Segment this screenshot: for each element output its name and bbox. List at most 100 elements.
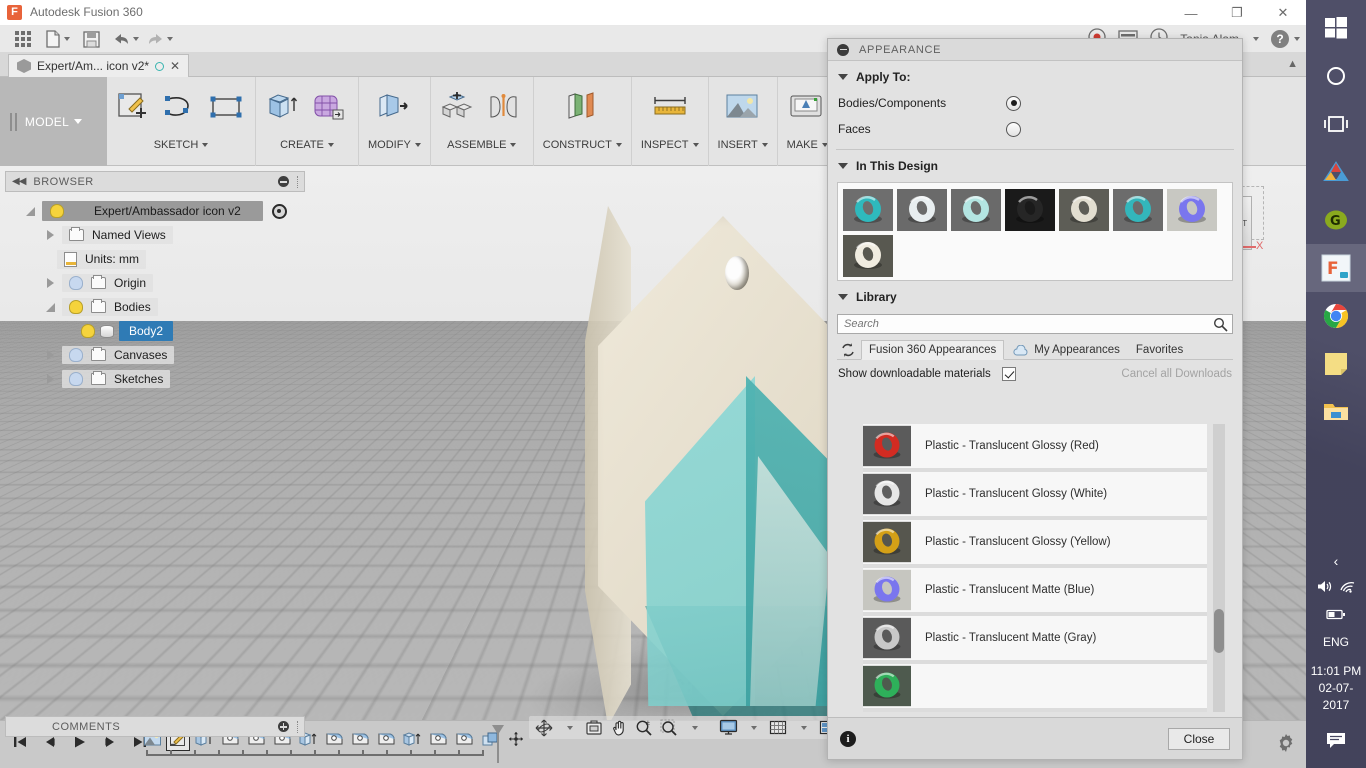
appearance-swatch[interactable] (1167, 189, 1217, 231)
collapse-ribbon-icon[interactable]: ▲ (1287, 58, 1298, 70)
clock-time[interactable]: 11:01 PM (1306, 663, 1366, 680)
expand-arrow-icon[interactable] (46, 303, 55, 312)
tab-my-appearances[interactable]: My Appearances (1006, 341, 1127, 359)
vertical-scrollbar[interactable] (1213, 424, 1225, 712)
chevron-left-icon[interactable]: ‹ (1334, 553, 1339, 569)
add-comment-icon[interactable] (278, 721, 289, 732)
visibility-bulb-icon[interactable] (69, 348, 83, 362)
appearance-swatch[interactable] (1005, 189, 1055, 231)
tree-item-named-views[interactable]: Named Views (5, 223, 305, 247)
appearance-swatch[interactable] (843, 235, 893, 277)
maximize-button[interactable]: ❐ (1214, 0, 1260, 26)
timeline-feature-fillet-icon[interactable] (348, 727, 372, 751)
gear-icon[interactable] (1276, 733, 1296, 758)
clock-date[interactable]: 02-07-2017 (1306, 680, 1366, 714)
timeline-marker[interactable] (490, 723, 506, 765)
grid-snaps-icon[interactable] (766, 717, 790, 738)
grid-dropdown-icon[interactable] (791, 717, 815, 738)
rectangle-icon[interactable] (208, 91, 246, 131)
orbit-icon[interactable] (532, 717, 556, 738)
appearance-dialog-header[interactable]: APPEARANCE (828, 39, 1242, 61)
fusion360-app[interactable]: F (1306, 244, 1366, 292)
autodesk-app[interactable] (1306, 148, 1366, 196)
volume-icon[interactable] (1316, 579, 1333, 599)
appearance-swatch[interactable] (843, 189, 893, 231)
tree-item-origin[interactable]: Origin (5, 271, 305, 295)
appearance-swatch[interactable] (897, 189, 947, 231)
minimize-button[interactable]: — (1168, 0, 1214, 26)
radio-bodies-components[interactable] (1006, 96, 1021, 111)
activate-component-icon[interactable] (272, 204, 287, 219)
orbit-dropdown-icon[interactable] (557, 717, 581, 738)
create-sketch-icon[interactable] (116, 91, 154, 131)
timeline-feature-extrude-icon[interactable] (400, 727, 424, 751)
timeline-feature-fillet-icon[interactable] (374, 727, 398, 751)
apply-to-section-header[interactable]: Apply To: (828, 61, 1242, 90)
extrude-icon[interactable] (265, 91, 303, 131)
form-icon[interactable] (311, 91, 349, 131)
expand-arrow-icon[interactable] (47, 278, 54, 288)
search-input[interactable] (837, 314, 1233, 334)
assemble-dropdown-icon[interactable] (510, 143, 516, 147)
material-list-item[interactable]: Plastic - Translucent Glossy (White) (863, 472, 1207, 520)
apply-to-option-bodies[interactable]: Bodies/Components (828, 90, 1242, 116)
joint-icon[interactable] (486, 91, 524, 131)
workspace-selector[interactable]: MODEL (0, 77, 107, 166)
library-section-header[interactable]: Library (828, 281, 1242, 310)
offset-plane-icon[interactable] (563, 91, 601, 131)
undo-icon[interactable] (110, 27, 140, 51)
expand-arrow-icon[interactable] (26, 207, 35, 216)
press-pull-icon[interactable] (375, 91, 413, 131)
create-dropdown-icon[interactable] (328, 143, 334, 147)
redo-icon[interactable] (144, 27, 174, 51)
notification-icon[interactable] (1326, 732, 1346, 754)
tab-favorites[interactable]: Favorites (1129, 341, 1190, 359)
look-at-icon[interactable] (582, 717, 606, 738)
task-view[interactable] (1306, 100, 1366, 148)
appearance-swatch[interactable] (1113, 189, 1163, 231)
inspect-dropdown-icon[interactable] (693, 143, 699, 147)
tree-item-bodies[interactable]: Bodies (5, 295, 305, 319)
timeline-feature-move-icon[interactable] (504, 727, 528, 751)
tab-close-icon[interactable]: ✕ (170, 59, 180, 73)
chrome-app[interactable] (1306, 292, 1366, 340)
spline-icon[interactable] (162, 91, 200, 131)
construct-dropdown-icon[interactable] (616, 143, 622, 147)
sticky-notes-app[interactable] (1306, 340, 1366, 388)
visibility-bulb-icon[interactable] (69, 372, 83, 386)
expand-arrow-icon[interactable] (47, 350, 54, 360)
visibility-bulb-icon[interactable] (50, 204, 64, 218)
material-list-item[interactable]: Plastic - Translucent Matte (Blue) (863, 568, 1207, 616)
expand-arrow-icon[interactable] (47, 230, 54, 240)
appearance-swatch[interactable] (951, 189, 1001, 231)
modify-dropdown-icon[interactable] (415, 143, 421, 147)
close-button[interactable]: Close (1168, 728, 1230, 750)
refresh-icon[interactable] (837, 340, 859, 359)
start-button[interactable] (1306, 4, 1366, 52)
tree-item-units[interactable]: Units: mm (5, 247, 305, 271)
material-list-item[interactable]: Plastic - Translucent Glossy (Red) (863, 424, 1207, 472)
tab-fusion-360-appearances[interactable]: Fusion 360 Appearances (861, 340, 1004, 360)
app-grid-icon[interactable] (8, 27, 38, 51)
new-component-icon[interactable] (440, 91, 478, 131)
panel-grip[interactable] (297, 721, 298, 733)
grabcad-app[interactable]: G (1306, 196, 1366, 244)
apply-to-option-faces[interactable]: Faces (828, 116, 1242, 142)
timeline-feature-fillet-icon[interactable] (426, 727, 450, 751)
tree-item-body2[interactable]: Body2 (5, 319, 305, 343)
insert-mcmaster-icon[interactable] (724, 91, 762, 131)
visibility-bulb-icon[interactable] (81, 324, 95, 338)
tree-item-canvases[interactable]: Canvases (5, 343, 305, 367)
wifi-icon[interactable] (1339, 579, 1356, 599)
material-list-item[interactable] (863, 664, 1207, 712)
help-icon[interactable]: ? (1271, 30, 1289, 48)
language-indicator[interactable]: ENG (1306, 635, 1366, 649)
timeline-rail[interactable] (146, 754, 484, 756)
material-list-item[interactable]: Plastic - Translucent Glossy (Yellow) (863, 520, 1207, 568)
display-settings-icon[interactable] (716, 717, 740, 738)
minimize-icon[interactable] (278, 176, 289, 187)
show-downloadable-checkbox[interactable] (1002, 367, 1016, 381)
help-dropdown-icon[interactable] (1294, 37, 1300, 41)
material-list[interactable]: Plastic - Translucent Glossy (Red) Plasti… (863, 424, 1225, 712)
new-document-icon[interactable] (42, 27, 72, 51)
